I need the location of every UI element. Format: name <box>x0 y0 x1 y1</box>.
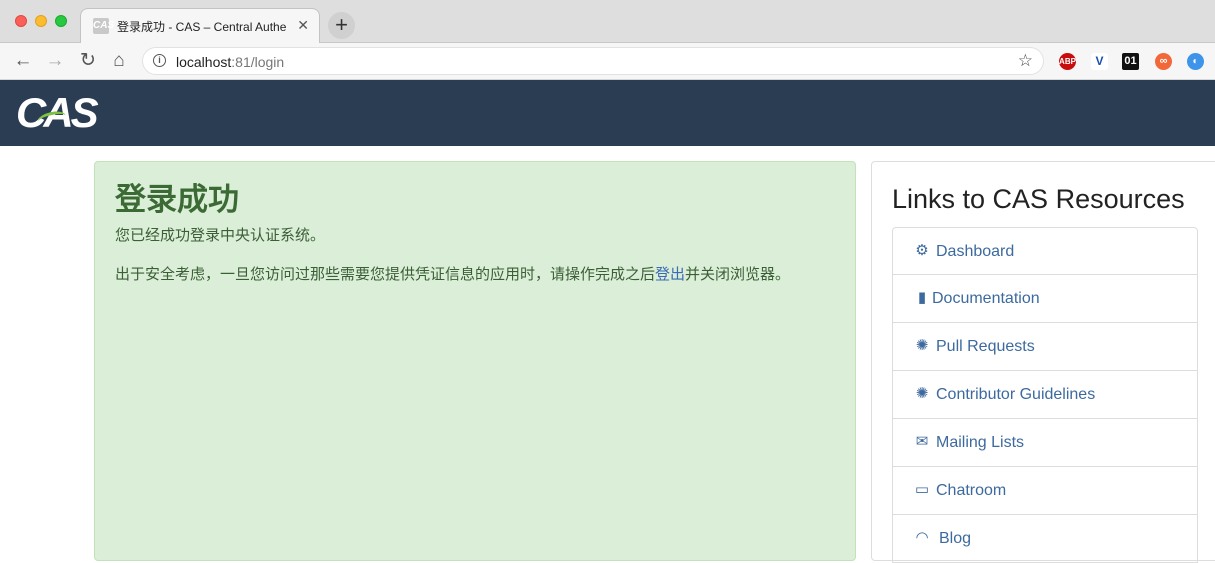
url-path: :81/login <box>231 54 285 70</box>
window-minimize-button[interactable] <box>35 15 47 27</box>
vue-extension-icon[interactable]: V <box>1091 53 1108 70</box>
cogs-icon: ⚙ <box>915 242 929 259</box>
resource-link-chatroom[interactable]: ▭ Chatroom <box>892 467 1198 515</box>
resources-panel: Links to CAS Resources ⚙ Dashboard ▮ Doc… <box>871 161 1215 563</box>
success-title: 登录成功 <box>115 182 239 218</box>
bookmark-star-icon[interactable]: ☆ <box>1018 51 1033 71</box>
tab-title: 登录成功 - CAS – Central Authe <box>117 20 287 34</box>
file-icon: ▮ <box>917 289 927 306</box>
envelope-icon: ✉ <box>915 433 929 450</box>
logout-link[interactable]: 登出 <box>655 266 685 283</box>
infinity-extension-icon[interactable]: ∞ <box>1155 53 1172 70</box>
security-message-text: 出于安全考虑，一旦您访问过那些需要您提供凭证信息的应用时，请操作完成之后 <box>115 266 656 283</box>
success-subtitle: 您已经成功登录中央认证系统。 <box>115 227 326 244</box>
tab-close-icon[interactable]: ✕ <box>297 16 309 34</box>
cas-favicon-icon: CAS <box>93 18 114 34</box>
browser-toolbar: ← → ↻ ⌂ i localhost:81/login ☆ ABP V 01 … <box>0 43 1215 80</box>
security-message: 出于安全考虑，一旦您访问过那些需要您提供凭证信息的应用时，请操作完成之后登出并关… <box>115 263 790 284</box>
new-tab-button[interactable]: + <box>328 12 355 39</box>
url-text[interactable]: localhost:81/login <box>176 54 284 70</box>
resource-link-documentation[interactable]: ▮ Documentation <box>892 275 1198 323</box>
rss-icon: ◠ <box>915 529 929 546</box>
cas-header: CAS <box>0 80 1215 146</box>
compass-extension-icon[interactable]: ◐ <box>1187 53 1204 70</box>
resource-link-dashboard[interactable]: ⚙ Dashboard <box>892 227 1198 275</box>
resources-title: Links to CAS Resources <box>892 184 1185 214</box>
resource-label[interactable]: Pull Requests <box>936 338 1035 356</box>
resource-label[interactable]: Blog <box>939 530 971 548</box>
resource-link-mailing-lists[interactable]: ✉ Mailing Lists <box>892 419 1198 467</box>
adblock-extension-icon[interactable]: ABP <box>1059 53 1076 70</box>
reload-icon[interactable]: ↻ <box>77 50 99 72</box>
resource-label[interactable]: Dashboard <box>936 243 1014 261</box>
forward-arrow-icon[interactable]: → <box>44 50 66 72</box>
home-icon[interactable]: ⌂ <box>108 50 130 72</box>
browser-titlebar: CAS 登录成功 - CAS – Central Authe ✕ + <box>0 0 1215 43</box>
bug-icon: ✺ <box>915 385 929 402</box>
resource-label[interactable]: Mailing Lists <box>936 434 1024 452</box>
comment-icon: ▭ <box>914 481 930 498</box>
address-bar[interactable]: i localhost:81/login ☆ <box>142 47 1044 75</box>
security-message-tail: 并关闭浏览器。 <box>685 266 791 283</box>
window-maximize-button[interactable] <box>55 15 67 27</box>
resources-list: ⚙ Dashboard ▮ Documentation ✺ Pull Reque… <box>892 227 1198 563</box>
back-arrow-icon[interactable]: ← <box>12 50 34 72</box>
resource-link-blog[interactable]: ◠ Blog <box>892 515 1198 563</box>
resource-label[interactable]: Documentation <box>932 290 1040 308</box>
window-close-button[interactable] <box>15 15 27 27</box>
binary-extension-icon[interactable]: 01 <box>1122 53 1139 70</box>
resource-label[interactable]: Contributor Guidelines <box>936 386 1095 404</box>
url-host: localhost <box>176 54 232 70</box>
info-icon[interactable]: i <box>153 54 166 67</box>
resource-link-contributor-guidelines[interactable]: ✺ Contributor Guidelines <box>892 371 1198 419</box>
login-success-panel: 登录成功 您已经成功登录中央认证系统。 出于安全考虑，一旦您访问过那些需要您提供… <box>94 161 856 561</box>
bug-icon: ✺ <box>915 337 929 354</box>
resource-label[interactable]: Chatroom <box>936 482 1006 500</box>
browser-tab[interactable]: CAS 登录成功 - CAS – Central Authe ✕ <box>80 8 320 43</box>
resource-link-pull-requests[interactable]: ✺ Pull Requests <box>892 323 1198 371</box>
